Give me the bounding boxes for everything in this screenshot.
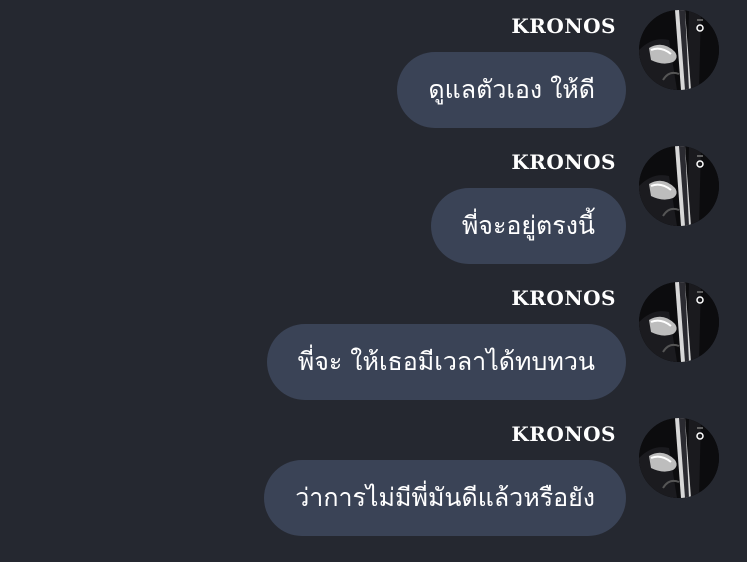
- message-row: KRONOS ดูแลตัวเอง ให้ดี: [0, 0, 747, 136]
- message-bubble[interactable]: พี่จะ ให้เธอมีเวลาได้ทบทวน: [266, 324, 626, 400]
- message-bubble[interactable]: พี่จะอยู่ตรงนี้: [430, 188, 626, 264]
- message-bubble[interactable]: ว่าการไม่มีพี่มันดีแล้วหรือยัง: [264, 460, 626, 536]
- sender-name: KRONOS: [511, 422, 616, 446]
- sender-name: KRONOS: [511, 14, 616, 38]
- message-row: KRONOS พี่จะ ให้เธอมีเวลาได้ทบทวน: [0, 272, 747, 408]
- avatar-photo-icon: [639, 282, 719, 362]
- avatar-photo-icon: [639, 418, 719, 498]
- avatar-photo-icon: [639, 146, 719, 226]
- avatar[interactable]: [639, 282, 719, 362]
- avatar[interactable]: [639, 418, 719, 498]
- message-bubble[interactable]: ดูแลตัวเอง ให้ดี: [397, 52, 626, 128]
- sender-name: KRONOS: [511, 150, 616, 174]
- avatar-photo-icon: [639, 10, 719, 90]
- message-row: KRONOS พี่จะอยู่ตรงนี้: [0, 136, 747, 272]
- message-row: KRONOS ว่าการไม่มีพี่มันดีแล้วหรือยัง: [0, 408, 747, 544]
- sender-name: KRONOS: [511, 286, 616, 310]
- avatar[interactable]: [639, 146, 719, 226]
- avatar[interactable]: [639, 10, 719, 90]
- chat-thread: KRONOS ดูแลตัวเอง ให้ดี KRONOS พี่จะอยู่…: [0, 0, 747, 562]
